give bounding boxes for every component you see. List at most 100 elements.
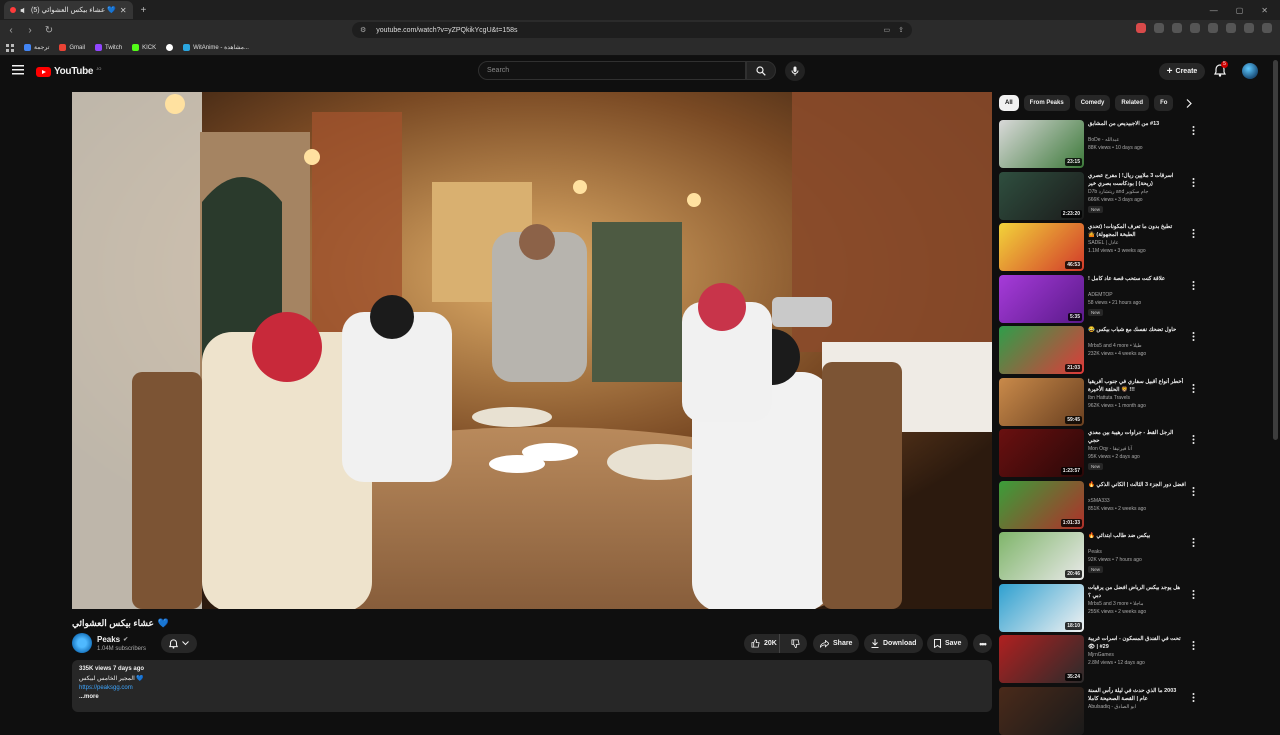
video-thumbnail[interactable]: 23:15 bbox=[999, 120, 1084, 168]
chevron-right-icon[interactable] bbox=[1182, 96, 1196, 110]
speaker-icon[interactable] bbox=[20, 7, 27, 14]
more-actions-button[interactable]: ••• bbox=[973, 634, 992, 653]
description-box[interactable]: 335K views 7 days ago المجير الخامس لبيك… bbox=[72, 660, 992, 712]
recommendation-title[interactable]: اسرقات 3 ملايين ريال! | مفرح عصري (ريحة)… bbox=[1088, 172, 1186, 188]
extension-icon[interactable] bbox=[1172, 23, 1182, 33]
more-vertical-icon[interactable] bbox=[1192, 328, 1200, 341]
recommendation-channel[interactable]: xSMA333 bbox=[1088, 498, 1110, 504]
recommendation-channel[interactable]: Peaks bbox=[1088, 549, 1102, 555]
cast-icon[interactable]: ▭ bbox=[884, 26, 891, 34]
bookmark-witanime[interactable]: WitAnime - مشاهدة... bbox=[183, 44, 249, 51]
video-thumbnail[interactable]: 18:10 bbox=[999, 583, 1084, 632]
sidebar-icon[interactable] bbox=[1208, 23, 1218, 33]
recommendation-title[interactable]: افضل دور الجزء 3 الثالث | الكاني الذكي 🔥 bbox=[1088, 481, 1186, 489]
like-button[interactable]: 20K bbox=[744, 634, 780, 653]
recommendation-title[interactable]: تطبخ بدون ما تعرف المكونات! (تحدي الطبخة… bbox=[1088, 223, 1186, 239]
more-vertical-icon[interactable] bbox=[1192, 534, 1200, 547]
hamburger-menu-icon[interactable] bbox=[12, 65, 24, 75]
more-vertical-icon[interactable] bbox=[1192, 689, 1200, 702]
save-button[interactable]: Save bbox=[927, 634, 969, 653]
recommendation-item[interactable]: 5:35 علاقة كنت ستحب قصة عاد كامل ! ADEMTOP… bbox=[999, 274, 1204, 323]
recommendation-channel[interactable]: D7b ريتشارد and جام سكوير bbox=[1088, 189, 1148, 195]
more-vertical-icon[interactable] bbox=[1192, 431, 1200, 444]
bookmark-gmail[interactable]: Gmail bbox=[59, 44, 85, 51]
recommendation-channel[interactable]: MjrnGames bbox=[1088, 652, 1114, 658]
video-thumbnail[interactable]: 59:45 bbox=[999, 377, 1084, 426]
bookmark-twitch[interactable]: Twitch bbox=[95, 44, 122, 51]
video-thumbnail[interactable]: 20:46 bbox=[999, 532, 1084, 580]
site-info-icon[interactable]: ⚙ bbox=[360, 26, 366, 34]
music-icon[interactable] bbox=[1190, 23, 1200, 33]
recommendation-item[interactable]: 1:23:57 الرجل القط - جراوات رهيبة بين معد… bbox=[999, 429, 1204, 477]
minimize-icon[interactable]: — bbox=[1210, 6, 1218, 15]
dislike-button[interactable] bbox=[784, 639, 807, 648]
recommendation-title[interactable]: حاول تضحك نفسك مع شباب بيكس 😂 bbox=[1088, 326, 1186, 334]
recommendation-item[interactable]: 2:23:20 اسرقات 3 ملايين ريال! | مفرح عصري… bbox=[999, 171, 1204, 220]
more-vertical-icon[interactable] bbox=[1192, 637, 1200, 650]
recommendation-channel[interactable]: Ibn Hattuta Travels bbox=[1088, 395, 1130, 401]
chip-related[interactable]: Related bbox=[1115, 95, 1150, 111]
video-thumbnail[interactable]: 5:35 bbox=[999, 274, 1084, 323]
video-thumbnail[interactable] bbox=[999, 686, 1084, 735]
recommendation-channel[interactable]: Mon Oqy - آنا فيرتيقا bbox=[1088, 446, 1132, 452]
download-button[interactable]: Download bbox=[864, 634, 924, 653]
recommendation-title[interactable]: تحت في الفندق المسكون - اسرات غريبة 29# … bbox=[1088, 635, 1186, 651]
bookmark-translate[interactable]: ترجمة bbox=[24, 44, 49, 51]
recommendation-title[interactable]: الرجل القط - جراوات رهيبة بين معدي حجي bbox=[1088, 429, 1186, 445]
video-thumbnail[interactable]: 21:03 bbox=[999, 326, 1084, 374]
recommendation-item[interactable]: 20:46 بيكس ضد طالب ابتدائي 🔥 Peaks 92K view… bbox=[999, 532, 1204, 580]
subscription-bell-button[interactable] bbox=[161, 634, 197, 653]
forward-icon[interactable]: › bbox=[22, 22, 38, 38]
recommendation-title[interactable]: بيكس ضد طالب ابتدائي 🔥 bbox=[1088, 532, 1186, 540]
description-link[interactable]: https://peaksgg.com bbox=[79, 685, 985, 691]
chip-from-peaks[interactable]: From Peaks bbox=[1023, 95, 1070, 111]
recommendation-item[interactable]: 21:03 حاول تضحك نفسك مع شباب بيكس 😂 Mrbs5 … bbox=[999, 326, 1204, 374]
recommendation-item[interactable]: 2003 ما الذي حدث في ليلة رأس السنة عام |… bbox=[999, 686, 1204, 735]
share-button[interactable]: Share bbox=[813, 634, 860, 653]
recommendation-title[interactable]: علاقة كنت ستحب قصة عاد كامل ! bbox=[1088, 275, 1186, 283]
channel-avatar[interactable] bbox=[72, 633, 92, 653]
menu-icon[interactable] bbox=[1262, 23, 1272, 33]
more-vertical-icon[interactable] bbox=[1192, 174, 1200, 187]
address-bar[interactable]: ⚙ youtube.com/watch?v=yZPQkikYcgU&t=158s… bbox=[352, 22, 912, 38]
chip-all[interactable]: All bbox=[999, 95, 1019, 111]
recommendation-channel[interactable]: Mrbs5 and 3 more • ماجلا bbox=[1088, 601, 1143, 607]
recommendation-item[interactable]: 35:24 تحت في الفندق المسكون - اسرات غريبة… bbox=[999, 635, 1204, 683]
search-button[interactable] bbox=[746, 61, 776, 80]
extension-icon[interactable] bbox=[1226, 23, 1236, 33]
chip-comedy[interactable]: Comedy bbox=[1074, 95, 1111, 111]
video-thumbnail[interactable]: 35:24 bbox=[999, 635, 1084, 683]
recommendation-channel[interactable]: Mrbs5 and 4 more • طيلا bbox=[1088, 343, 1142, 349]
recommendation-channel[interactable]: Abulsadiq - ابو الصادق bbox=[1088, 704, 1136, 710]
scrollbar[interactable] bbox=[1273, 60, 1278, 440]
voice-search-button[interactable] bbox=[785, 61, 805, 81]
show-more-link[interactable]: ...more bbox=[79, 694, 985, 700]
notifications-button[interactable]: 5 bbox=[1214, 61, 1228, 78]
chip-more[interactable]: Fo bbox=[1154, 95, 1174, 111]
close-tab-icon[interactable]: ✕ bbox=[120, 6, 127, 15]
recommendation-title[interactable]: #13 من الاجبيديص من المشابق bbox=[1088, 120, 1186, 128]
more-vertical-icon[interactable] bbox=[1192, 483, 1200, 496]
recommendation-item[interactable]: 1:01:33 افضل دور الجزء 3 الثالث | الكاني … bbox=[999, 480, 1204, 529]
account-avatar[interactable] bbox=[1242, 63, 1258, 79]
back-icon[interactable]: ‹ bbox=[3, 22, 19, 38]
youtube-logo[interactable]: YouTube JO bbox=[36, 66, 101, 77]
bookmark-kick[interactable]: KICK bbox=[132, 44, 156, 51]
more-vertical-icon[interactable] bbox=[1192, 122, 1200, 135]
video-player[interactable] bbox=[72, 92, 992, 609]
recommendation-item[interactable]: 46:53 تطبخ بدون ما تعرف المكونات! (تحدي ا… bbox=[999, 223, 1204, 271]
recommendation-item[interactable]: 59:45 أخطر أنواع أقبيل سفاري في جنوب أفري… bbox=[999, 377, 1204, 426]
more-vertical-icon[interactable] bbox=[1192, 277, 1200, 290]
more-vertical-icon[interactable] bbox=[1192, 225, 1200, 238]
share-page-icon[interactable]: ⇪ bbox=[898, 26, 904, 34]
apps-grid-icon[interactable] bbox=[6, 43, 14, 52]
recommendation-title[interactable]: هل يوجد بيكس الرياض افضل من يرقيات دبي ؟ bbox=[1088, 584, 1186, 600]
search-input[interactable]: Search bbox=[478, 61, 746, 80]
recommendation-title[interactable]: أخطر أنواع أقبيل سفاري في جنوب أفريقيا !… bbox=[1088, 378, 1186, 394]
video-thumbnail[interactable]: 1:01:33 bbox=[999, 480, 1084, 529]
recommendation-item[interactable]: 18:10 هل يوجد بيكس الرياض افضل من يرقيات … bbox=[999, 583, 1204, 632]
new-tab-icon[interactable]: + bbox=[141, 5, 147, 16]
recommendation-title[interactable]: 2003 ما الذي حدث في ليلة رأس السنة عام |… bbox=[1088, 687, 1186, 703]
recommendation-channel[interactable]: BoDe - عبدالله bbox=[1088, 137, 1119, 143]
reload-icon[interactable]: ↻ bbox=[41, 22, 57, 38]
